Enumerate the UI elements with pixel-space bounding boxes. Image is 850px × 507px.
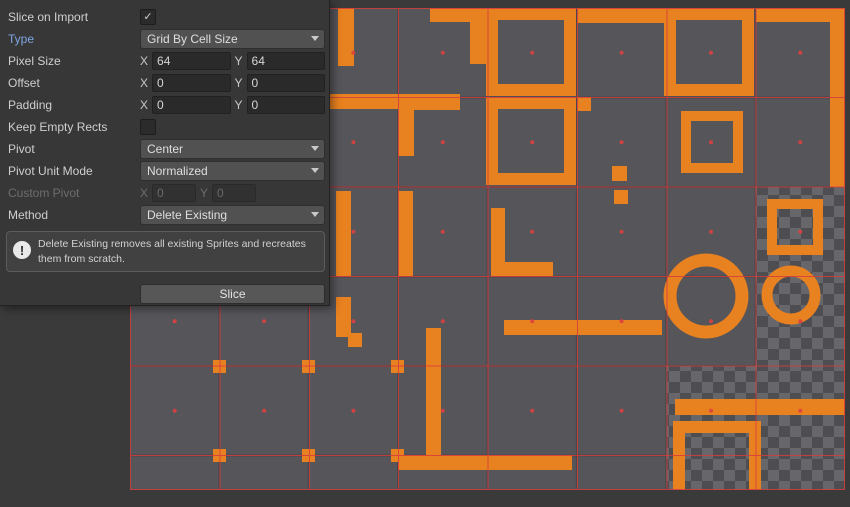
row-type: Type Grid By Cell Size — [0, 28, 329, 50]
keep-empty-rects-label: Keep Empty Rects — [8, 120, 140, 134]
offset-y-input[interactable] — [247, 74, 325, 92]
row-pivot-unit-mode: Pivot Unit Mode Normalized — [0, 160, 329, 182]
pivot-dropdown[interactable]: Center — [140, 139, 325, 159]
row-method: Method Delete Existing — [0, 204, 329, 226]
chevron-down-icon — [311, 212, 319, 217]
info-text: Delete Existing removes all existing Spr… — [38, 237, 316, 266]
pixel-size-y-label: Y — [235, 54, 243, 68]
chevron-down-icon — [311, 146, 319, 151]
row-offset: Offset X Y — [0, 72, 329, 94]
chevron-down-icon — [311, 36, 319, 41]
custom-pivot-x-label: X — [140, 186, 148, 200]
custom-pivot-x-input — [152, 184, 196, 202]
row-pivot: Pivot Center — [0, 138, 329, 160]
info-icon: ! — [13, 241, 31, 259]
slice-button[interactable]: Slice — [140, 284, 325, 304]
row-pixel-size: Pixel Size X Y — [0, 50, 329, 72]
padding-x-input[interactable] — [152, 96, 230, 114]
offset-x-label: X — [140, 76, 148, 90]
pivot-unit-mode-label: Pivot Unit Mode — [8, 164, 140, 178]
slice-on-import-checkbox[interactable]: ✓ — [140, 9, 156, 25]
slice-panel: Slice on Import ✓ Type Grid By Cell Size… — [0, 0, 330, 306]
pixel-size-x-label: X — [140, 54, 148, 68]
row-padding: Padding X Y — [0, 94, 329, 116]
type-label: Type — [8, 32, 140, 46]
custom-pivot-label: Custom Pivot — [8, 186, 140, 200]
pixel-size-x-input[interactable] — [152, 52, 230, 70]
pivot-dropdown-value: Center — [147, 142, 183, 156]
pixel-size-label: Pixel Size — [8, 54, 140, 68]
row-custom-pivot: Custom Pivot X Y — [0, 182, 329, 204]
padding-y-label: Y — [235, 98, 243, 112]
keep-empty-rects-checkbox[interactable] — [140, 119, 156, 135]
padding-x-label: X — [140, 98, 148, 112]
padding-label: Padding — [8, 98, 140, 112]
pivot-label: Pivot — [8, 142, 140, 156]
method-dropdown[interactable]: Delete Existing — [140, 205, 325, 225]
sprite-editor-window: Slice on Import ✓ Type Grid By Cell Size… — [0, 0, 850, 507]
custom-pivot-y-input — [212, 184, 256, 202]
type-dropdown-value: Grid By Cell Size — [147, 32, 238, 46]
offset-label: Offset — [8, 76, 140, 90]
slice-on-import-label: Slice on Import — [8, 10, 140, 24]
offset-x-input[interactable] — [152, 74, 230, 92]
row-slice-on-import: Slice on Import ✓ — [0, 6, 329, 28]
type-dropdown[interactable]: Grid By Cell Size — [140, 29, 325, 49]
chevron-down-icon — [311, 168, 319, 173]
method-info-box: ! Delete Existing removes all existing S… — [6, 231, 325, 272]
method-dropdown-value: Delete Existing — [147, 208, 227, 222]
method-label: Method — [8, 208, 140, 222]
pivot-unit-mode-dropdown[interactable]: Normalized — [140, 161, 325, 181]
pixel-size-y-input[interactable] — [247, 52, 325, 70]
offset-y-label: Y — [235, 76, 243, 90]
custom-pivot-y-label: Y — [200, 186, 208, 200]
pivot-unit-mode-dropdown-value: Normalized — [147, 164, 208, 178]
row-keep-empty-rects: Keep Empty Rects — [0, 116, 329, 138]
padding-y-input[interactable] — [247, 96, 325, 114]
